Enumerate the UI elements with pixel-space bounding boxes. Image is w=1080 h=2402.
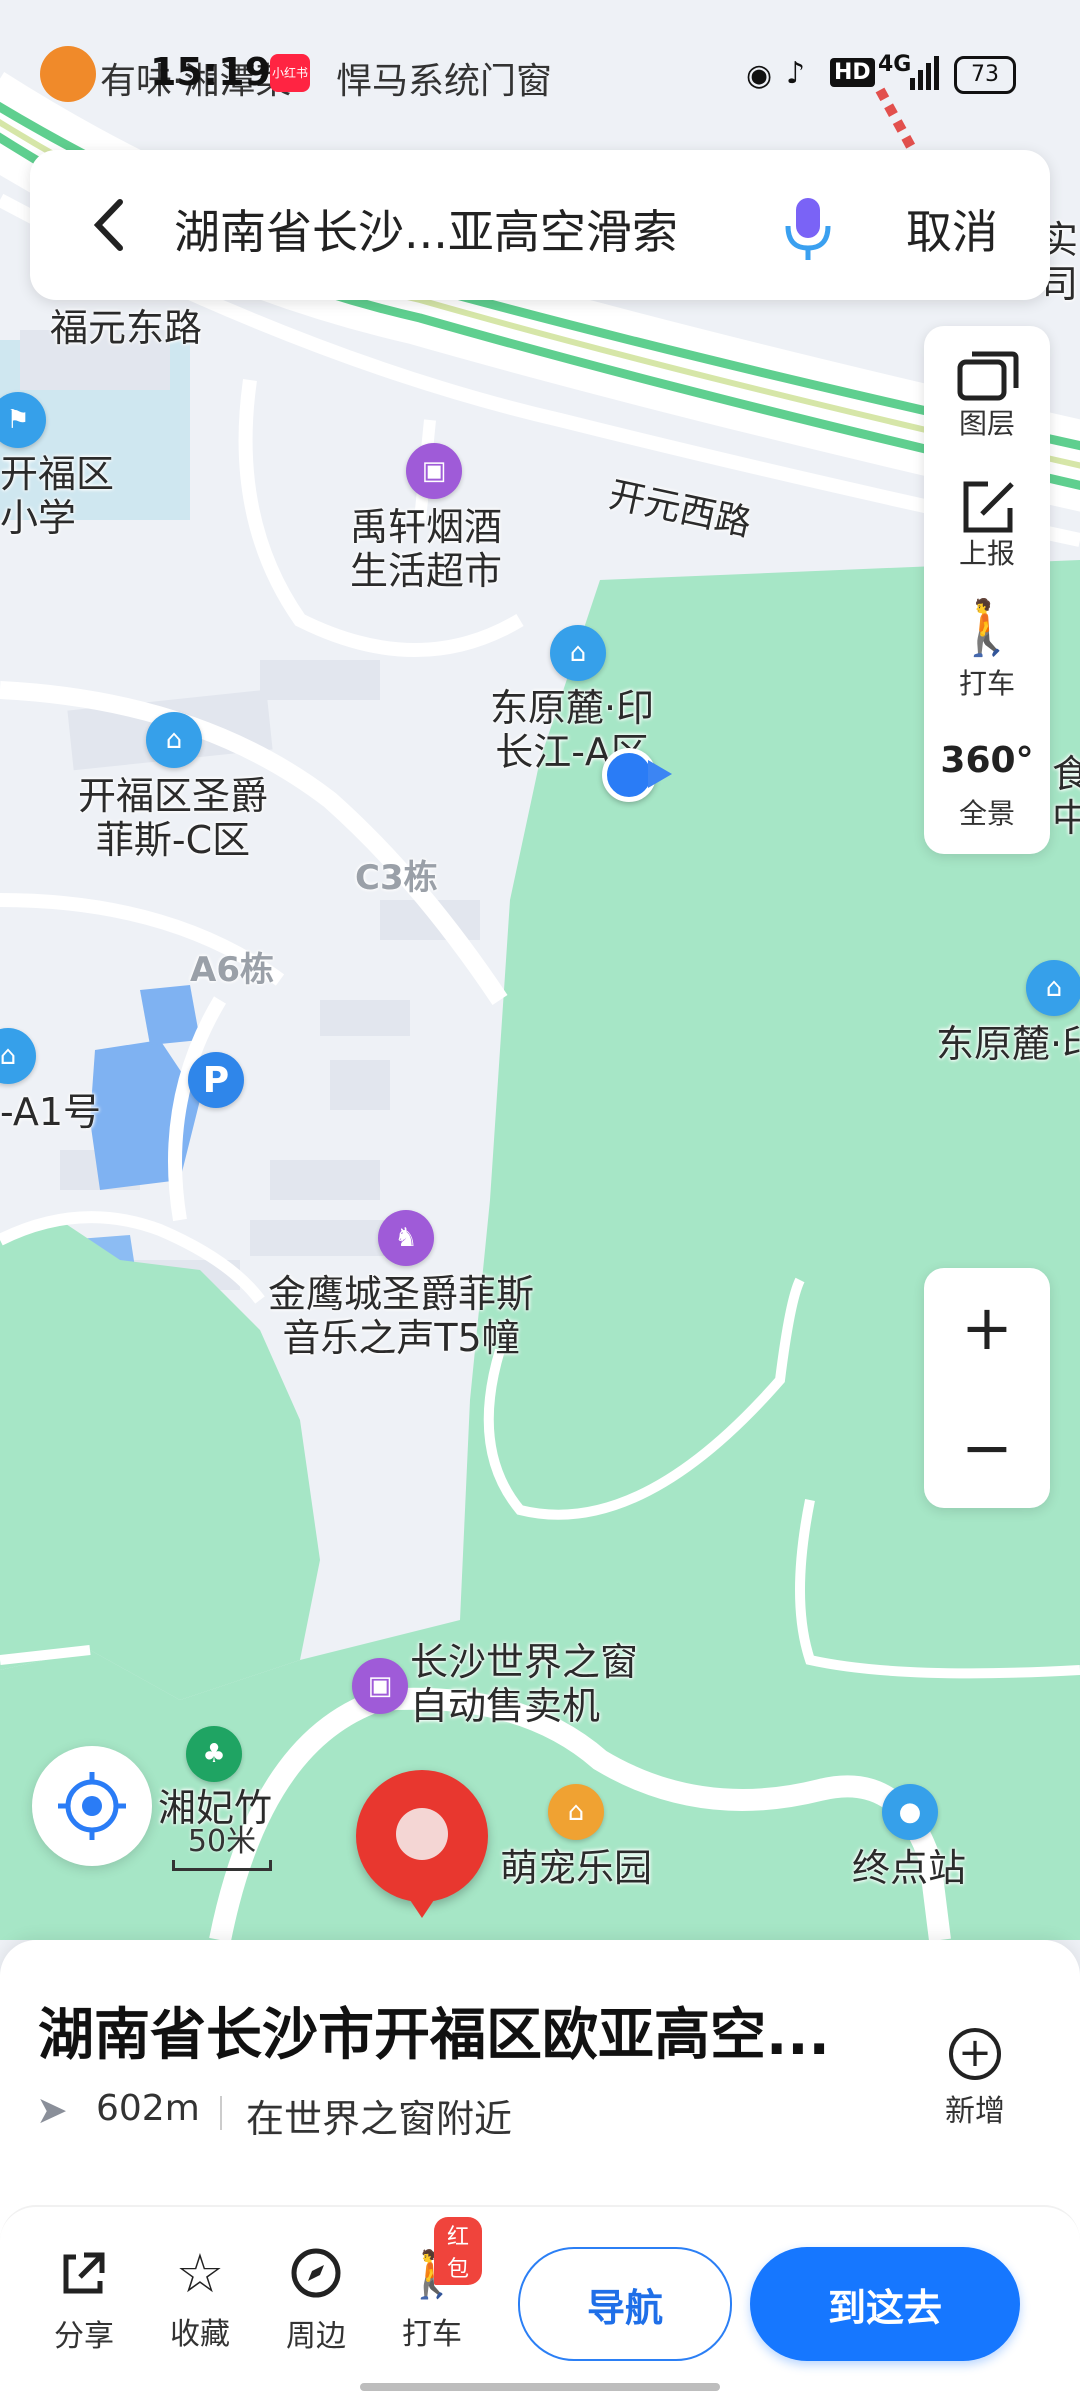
star-icon: ☆ [175, 2242, 225, 2305]
go-here-button[interactable]: 到这去 [750, 2247, 1020, 2361]
favorite-button[interactable]: ☆ 收藏 [150, 2247, 250, 2353]
favorite-label: 收藏 [170, 2317, 230, 2352]
home-indicator [360, 2383, 720, 2391]
microphone-icon [785, 198, 831, 260]
search-query[interactable]: 湖南省长沙...亚高空滑索 [174, 196, 678, 262]
divider [220, 2096, 222, 2130]
back-button[interactable] [80, 190, 140, 260]
notif-app-icon [40, 46, 96, 102]
red-packet-badge: 红包 [434, 2217, 482, 2285]
building-a6-label: A6栋 [190, 950, 274, 990]
share-button[interactable]: 分享 [34, 2247, 134, 2355]
zoom-in-button[interactable]: + [924, 1268, 1050, 1388]
panorama-360-icon: 360° [940, 740, 1034, 781]
selected-location-marker[interactable] [356, 1770, 488, 1918]
taxi-button[interactable]: 🚶 打车 红包 [382, 2217, 482, 2353]
status-bar: 有味·湘潭菜 15:19 小红书 悍马系统门窗 ◉ ♪ HD 4G 73 [0, 0, 1080, 140]
poi-jinying-icon[interactable]: ♞ [378, 1210, 434, 1266]
nearby-label: 周边 [286, 2319, 346, 2354]
battery-icon: 73 [954, 56, 1016, 94]
zoom-out-button[interactable]: − [924, 1388, 1050, 1508]
poi-jinying-label[interactable]: 金鹰城圣爵菲斯 音乐之声T5幢 [268, 1272, 534, 1360]
tool-label-taxi: 打车 [958, 667, 1015, 700]
poi-kaifu-sj-label[interactable]: 开福区圣爵 菲斯-C区 [78, 774, 268, 862]
parking-icon[interactable]: P [188, 1052, 244, 1108]
taxi-label: 打车 [402, 2317, 462, 2352]
scale-label: 50米 [187, 1824, 257, 1859]
heading-arrow-icon [648, 760, 672, 788]
poi-mengchong-icon[interactable]: ⌂ [548, 1784, 604, 1840]
poi-supermarket-label[interactable]: 禹轩烟酒 生活超市 [350, 505, 502, 593]
poi-dongyuan-a-icon[interactable]: ⌂ [550, 625, 606, 681]
poi-a1-label[interactable]: -A1号 [0, 1090, 101, 1134]
layers-button[interactable]: 图层 [924, 326, 1050, 456]
place-distance: 602m [96, 2088, 200, 2129]
zoom-controls: + − [924, 1268, 1050, 1508]
nearby-button[interactable]: 周边 [266, 2247, 366, 2355]
status-time: 15:19 [150, 50, 271, 94]
compass-icon [291, 2248, 341, 2298]
poi-supermarket-icon[interactable]: ▣ [406, 443, 462, 499]
location-status-icon: ◉ [746, 58, 773, 93]
place-title: 湖南省长沙市开福区欧亚高空... [38, 2003, 830, 2068]
place-near: 在世界之窗附近 [246, 2097, 513, 2141]
bottom-action-bar: 分享 ☆ 收藏 周边 🚶 打车 红包 导航 到这去 [0, 2205, 1080, 2402]
layers-icon [957, 351, 1019, 401]
poi-vending-icon[interactable]: ▣ [352, 1658, 408, 1714]
poi-school-label[interactable]: 开福区 小学 [0, 452, 114, 540]
add-label: 新增 [945, 2094, 1005, 2129]
tool-label-layers: 图层 [958, 407, 1015, 440]
share-label: 分享 [54, 2319, 114, 2354]
voice-input-button[interactable] [778, 194, 838, 264]
poi-right-mid: 食 中 [1052, 752, 1080, 840]
poi-vending-label[interactable]: 长沙世界之窗 自动售卖机 [410, 1640, 638, 1728]
building-c3-label: C3栋 [355, 858, 438, 898]
hd-icon: HD [830, 58, 875, 87]
poi-terminal-icon[interactable]: ● [882, 1784, 938, 1840]
navigate-button[interactable]: 导航 [518, 2247, 732, 2361]
plus-circle-icon: + [949, 2028, 1001, 2080]
tool-label-report: 上报 [958, 537, 1015, 570]
add-button[interactable]: + 新增 [930, 2028, 1020, 2130]
mic-status-icon: ♪ [786, 56, 806, 91]
locate-me-button[interactable] [32, 1746, 152, 1866]
road-label-fuyuan: 福元东路 [50, 306, 203, 350]
navigation-arrow-icon: ➤ [36, 2088, 68, 2132]
poi-dongyuan-right-icon[interactable]: ⌂ [1026, 960, 1080, 1016]
taxi-icon: 🚶 [953, 596, 1021, 659]
poi-terminal-label[interactable]: 终点站 [852, 1846, 966, 1890]
xiaohongshu-icon: 小红书 [270, 54, 310, 92]
poi-dongyuan-right-label[interactable]: 东原麓·印 [936, 1022, 1080, 1066]
signal-icon [910, 56, 940, 90]
panorama-button[interactable]: 360° 全景 [924, 716, 1050, 846]
notif-text: 悍马系统门窗 [336, 61, 553, 102]
poi-kaifu-sj-icon[interactable]: ⌂ [146, 712, 202, 768]
map-tools-panel: 图层 上报 🚶 打车 360° 全景 [924, 326, 1050, 854]
poi-mengchong-label[interactable]: 萌宠乐园 [500, 1846, 652, 1890]
poi-xiangfei-icon[interactable]: ♣ [186, 1726, 242, 1782]
tool-label-panorama: 全景 [958, 797, 1015, 830]
share-icon [63, 2252, 105, 2294]
report-button[interactable]: 上报 [924, 456, 1050, 586]
network-type: 4G [878, 52, 912, 77]
chevron-left-icon [93, 199, 123, 251]
crosshair-icon [58, 1772, 126, 1840]
scale-bar: 50米 [172, 1816, 272, 1871]
report-edit-icon [963, 481, 1014, 533]
taxi-tool-button[interactable]: 🚶 打车 [924, 586, 1050, 716]
search-bar[interactable]: 湖南省长沙...亚高空滑索 取消 [30, 150, 1050, 300]
cancel-button[interactable]: 取消 [906, 196, 998, 262]
